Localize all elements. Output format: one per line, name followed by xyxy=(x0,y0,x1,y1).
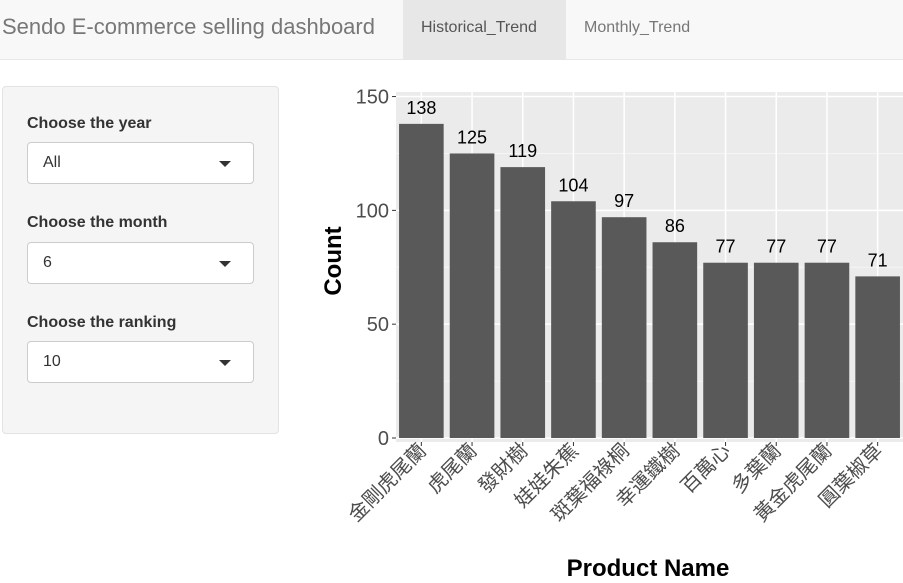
ranking-select[interactable]: 10 xyxy=(27,341,254,383)
bar-value-label: 119 xyxy=(508,141,537,161)
bar xyxy=(500,167,546,439)
bar xyxy=(449,153,495,439)
tab-monthly-trend[interactable]: Monthly_Trend xyxy=(566,0,708,59)
bar-value-label: 97 xyxy=(614,191,634,211)
ranking-label: Choose the ranking xyxy=(27,314,177,331)
y-tick-label: 150 xyxy=(356,87,389,109)
year-label: Choose the year xyxy=(27,115,152,132)
bar xyxy=(551,201,596,438)
bar xyxy=(753,262,799,438)
y-tick-label: 50 xyxy=(367,314,389,336)
app-title: Sendo E-commerce selling dashboard xyxy=(2,14,375,39)
navbar: Sendo E-commerce selling dashboard Histo… xyxy=(0,0,903,60)
ranking-select-value: 10 xyxy=(43,353,61,370)
bar-value-label: 104 xyxy=(558,175,588,195)
bar-value-label: 125 xyxy=(457,127,487,147)
bar xyxy=(601,217,647,438)
caret-down-icon xyxy=(219,360,231,366)
x-tick-label: 金剛虎尾蘭 xyxy=(343,439,431,527)
bar-value-label: 138 xyxy=(406,98,436,118)
y-axis: 0 50 100 150 xyxy=(356,87,396,450)
bar xyxy=(804,262,850,438)
tab-historical-trend[interactable]: Historical_Trend xyxy=(403,0,566,59)
caret-down-icon xyxy=(219,161,231,167)
sidebar-panel: Choose the year All Choose the month 6 C… xyxy=(2,86,279,434)
bar-value-label: 71 xyxy=(868,250,888,270)
bar xyxy=(703,262,748,438)
year-select-value: All xyxy=(43,154,61,171)
month-select-value: 6 xyxy=(43,254,52,271)
bar-value-label: 77 xyxy=(716,237,736,257)
year-select[interactable]: All xyxy=(27,142,254,184)
x-tick-label: 百萬心 xyxy=(676,439,735,498)
x-axis-title: Product Name xyxy=(567,555,730,582)
bar xyxy=(399,123,444,439)
bar-chart: 138 125 119 104 97 86 77 77 77 71 0 50 100 150 金剛虎尾蘭… xyxy=(320,87,903,582)
bar-value-label: 77 xyxy=(766,237,786,257)
x-tick-label: 虎尾蘭 xyxy=(422,439,481,498)
caret-down-icon xyxy=(219,261,231,267)
month-label: Choose the month xyxy=(27,214,168,231)
x-axis: 金剛虎尾蘭虎尾蘭發財樹娃娃朱蕉斑葉福祿桐幸運鐵樹百萬心多葉蘭黃金虎尾蘭圓葉椒草 xyxy=(343,439,887,527)
bar-value-label: 77 xyxy=(817,237,837,257)
bar xyxy=(855,276,900,438)
bar xyxy=(652,242,698,438)
y-axis-title: Count xyxy=(320,226,347,295)
month-select[interactable]: 6 xyxy=(27,242,254,284)
y-tick-label: 0 xyxy=(378,428,389,450)
y-tick-label: 100 xyxy=(356,200,389,222)
bar-value-label: 86 xyxy=(665,216,685,236)
